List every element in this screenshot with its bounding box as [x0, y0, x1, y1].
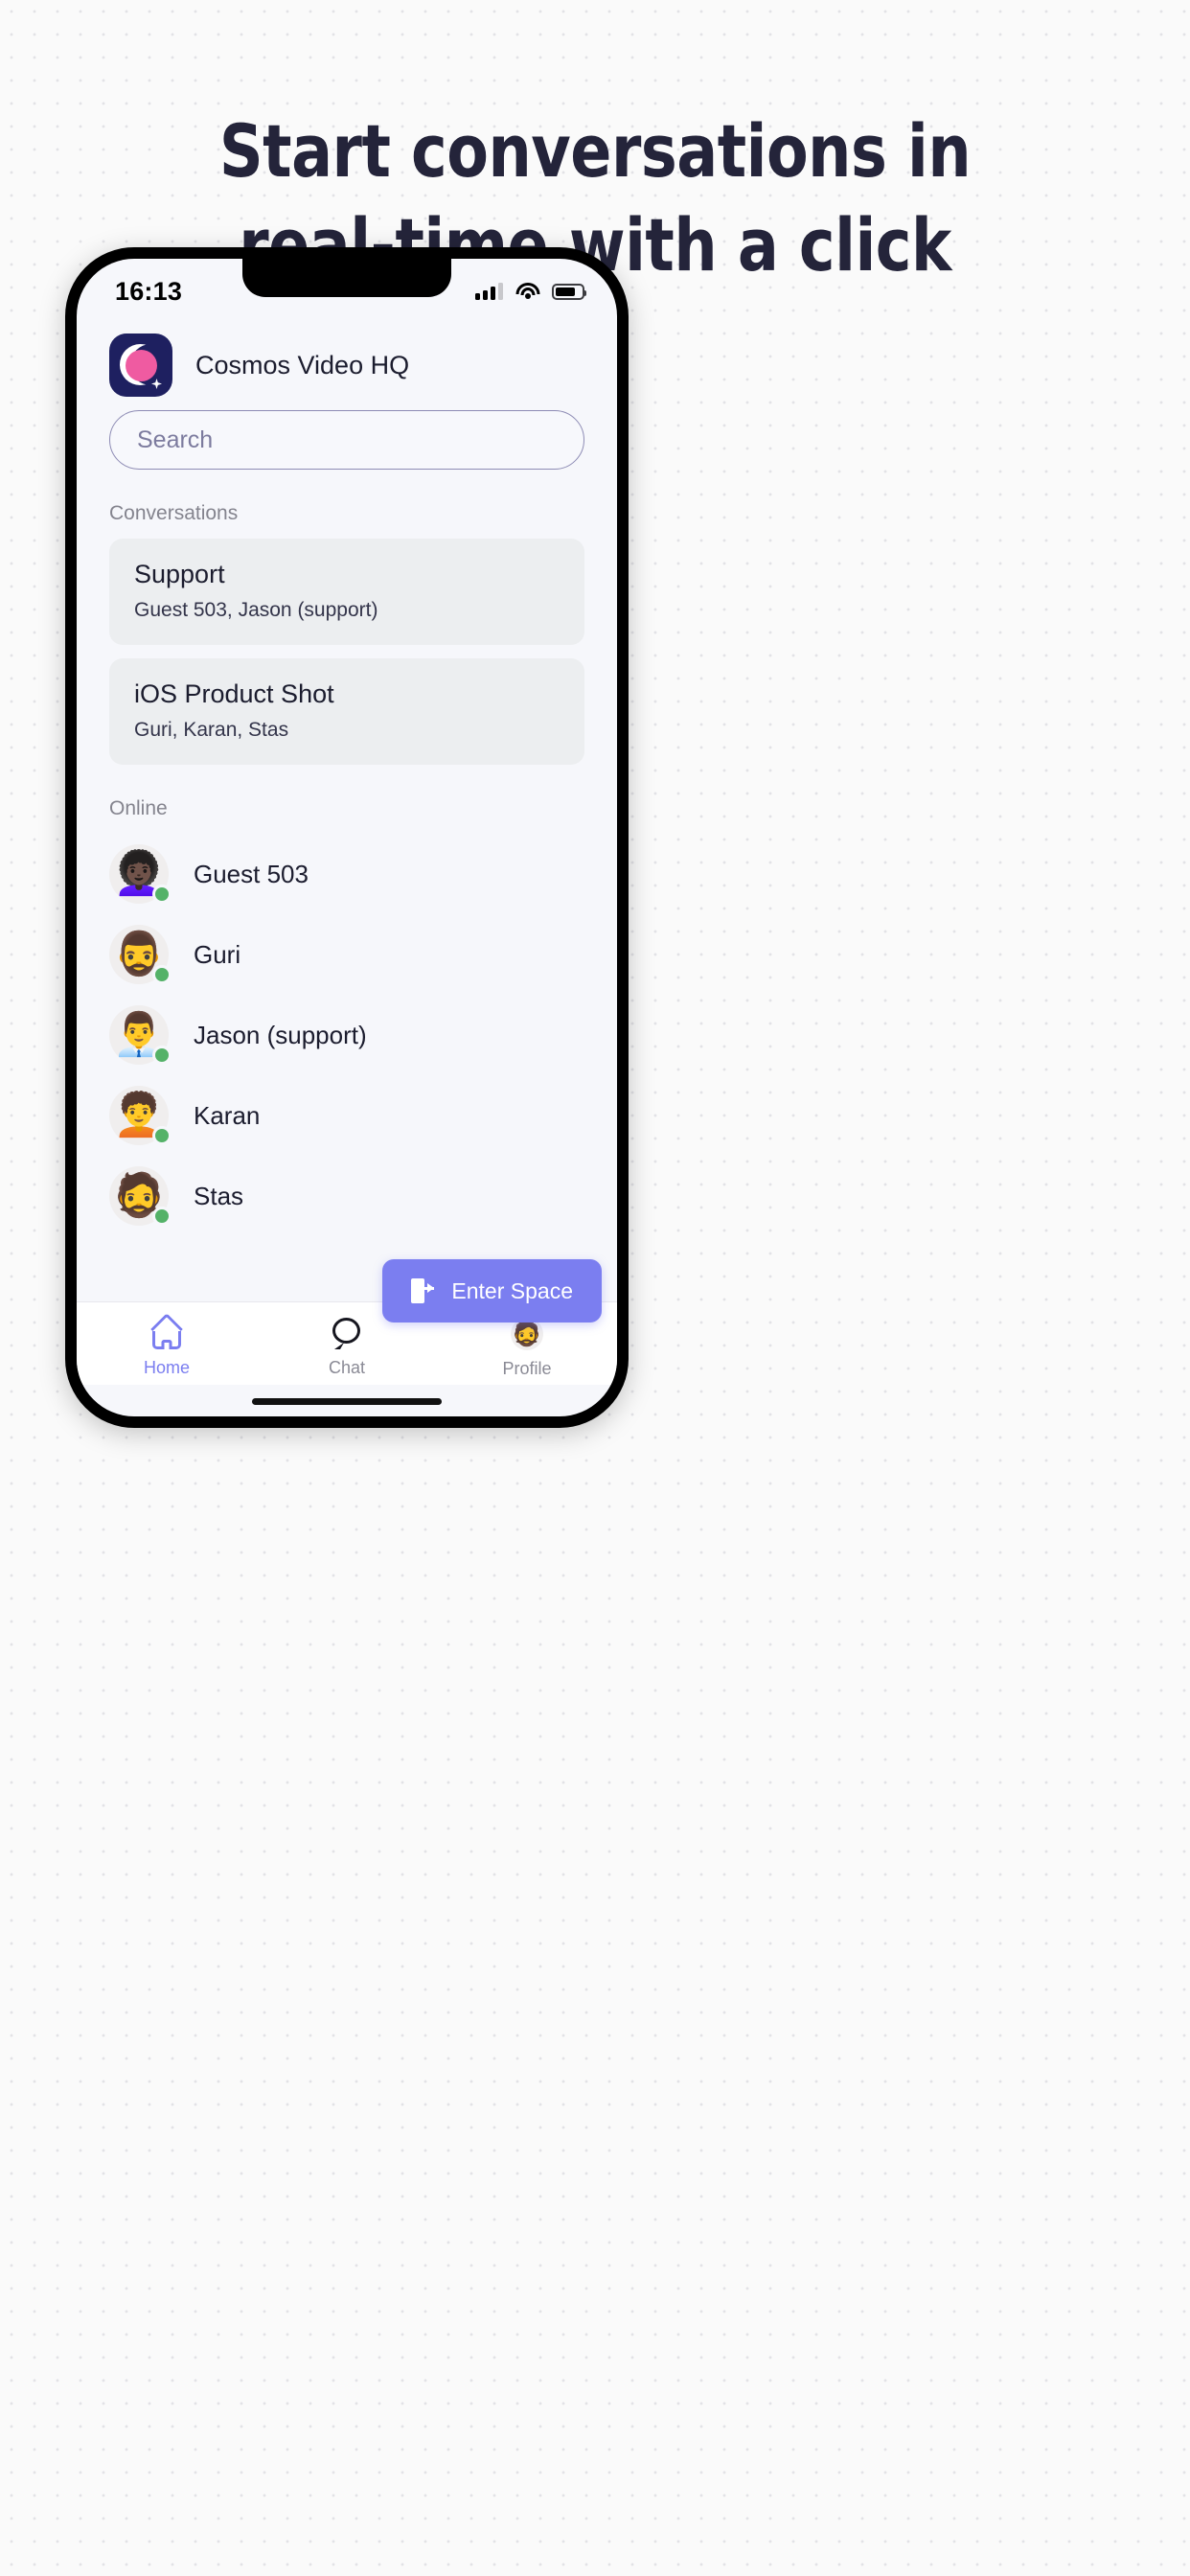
- avatar-guri: 🧔‍♂️: [109, 925, 172, 984]
- app-header: Cosmos Video HQ: [77, 318, 617, 406]
- conversation-members: Guest 503, Jason (support): [134, 599, 378, 621]
- search-placeholder: Search: [137, 426, 214, 453]
- wifi-icon: [515, 282, 539, 301]
- nav-label-chat: Chat: [328, 1358, 365, 1377]
- avatar-karan: 🧑‍🦱: [109, 1086, 172, 1145]
- list-item[interactable]: 👩🏿‍🦱 Guest 503: [109, 834, 584, 914]
- phone-screen: 16:13 Cosmos Video HQ Search Conversatio…: [77, 259, 617, 1416]
- avatar-stas: 🧔: [109, 1166, 172, 1226]
- profile-avatar-icon: 🧔: [510, 1318, 543, 1350]
- online-status-dot: [152, 965, 172, 984]
- home-icon: [149, 1313, 185, 1349]
- status-bar-icons: [475, 282, 586, 301]
- list-item[interactable]: 👨‍💼 Jason (support): [109, 995, 584, 1075]
- cosmos-video-logo: [109, 334, 172, 397]
- conversations-label: Conversations: [109, 502, 239, 524]
- person-name: Guest 503: [194, 859, 309, 888]
- online-label: Online: [109, 797, 168, 819]
- person-name: Guri: [194, 939, 241, 969]
- nav-tab-profile[interactable]: 🧔 Profile: [438, 1318, 616, 1379]
- phone-mockup: 16:13 Cosmos Video HQ Search Conversatio…: [65, 247, 629, 1428]
- avatar-guest-503: 👩🏿‍🦱: [109, 844, 172, 904]
- list-item[interactable]: 🧑‍🦱 Karan: [109, 1075, 584, 1156]
- cellular-signal-icon: [475, 283, 503, 300]
- list-item[interactable]: 🧔 Stas: [109, 1156, 584, 1236]
- conversation-members: Guri, Karan, Stas: [134, 719, 289, 741]
- nav-tab-chat[interactable]: Chat: [258, 1318, 436, 1378]
- online-status-dot: [152, 1126, 172, 1145]
- online-status-dot: [152, 1207, 172, 1226]
- conversation-title: iOS Product Shot: [134, 679, 334, 708]
- home-indicator: [252, 1398, 442, 1405]
- online-status-dot: [152, 885, 172, 904]
- enter-door-icon: [411, 1278, 435, 1303]
- online-status-dot: [152, 1046, 172, 1065]
- conversations-list: Support Guest 503, Jason (support) iOS P…: [77, 539, 617, 765]
- list-item[interactable]: 🧔‍♂️ Guri: [109, 914, 584, 995]
- search-input[interactable]: Search: [109, 410, 584, 470]
- status-bar-clock: 16:13: [115, 276, 183, 306]
- nav-label-profile: Profile: [502, 1359, 552, 1378]
- person-name: Stas: [194, 1181, 244, 1210]
- person-name: Jason (support): [194, 1020, 367, 1049]
- phone-notch: [242, 259, 451, 297]
- nav-tab-home[interactable]: Home: [78, 1313, 256, 1378]
- search-container: Search: [77, 406, 617, 470]
- headline-line-1: Start conversations in: [218, 108, 972, 194]
- conversation-title: Support: [134, 560, 225, 588]
- app-title: Cosmos Video HQ: [195, 350, 410, 380]
- person-name: Karan: [194, 1100, 261, 1130]
- avatar-jason: 👨‍💼: [109, 1005, 172, 1065]
- conversation-row[interactable]: iOS Product Shot Guri, Karan, Stas: [109, 658, 584, 765]
- enter-space-button[interactable]: Enter Space: [382, 1259, 602, 1322]
- battery-icon: [552, 283, 586, 300]
- chat-bubble-icon: [331, 1318, 363, 1349]
- nav-label-home: Home: [143, 1358, 190, 1377]
- online-people-list: 👩🏿‍🦱 Guest 503 🧔‍♂️ Guri 👨‍💼: [77, 834, 617, 1236]
- conversation-row[interactable]: Support Guest 503, Jason (support): [109, 539, 584, 645]
- enter-space-label: Enter Space: [451, 1277, 573, 1303]
